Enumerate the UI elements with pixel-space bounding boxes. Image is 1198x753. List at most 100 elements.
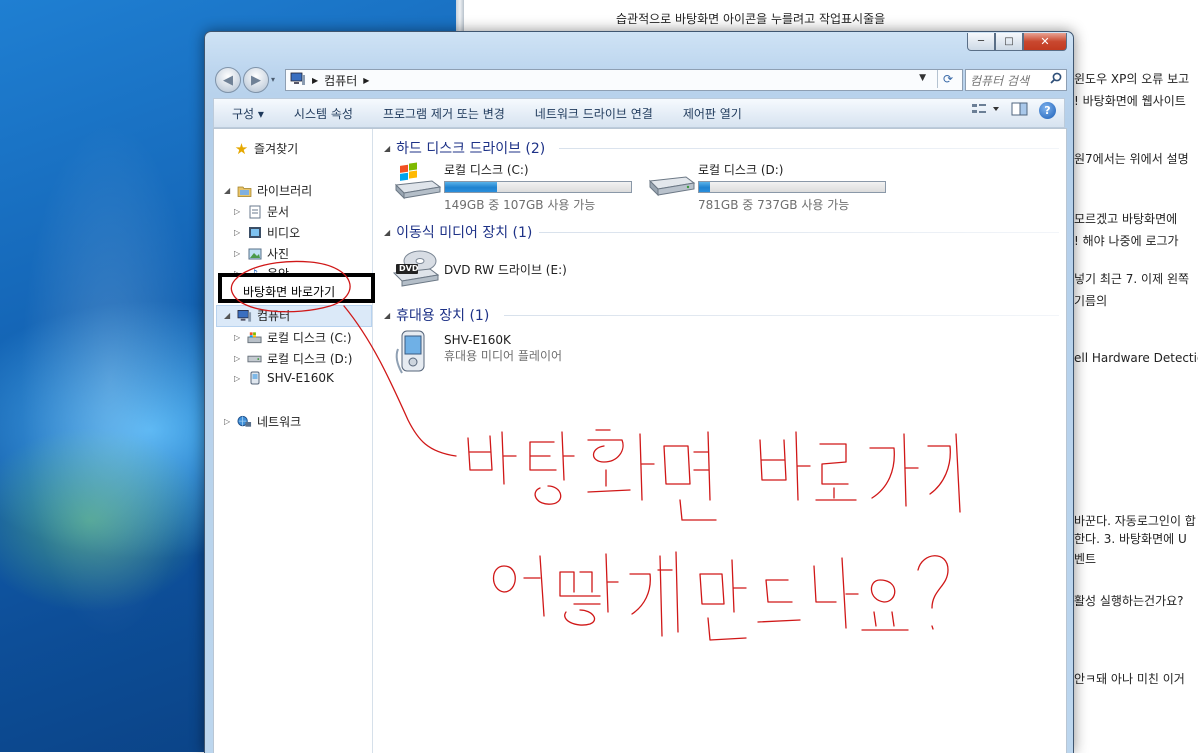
drive-icon [646,161,698,203]
collapse-triangle-icon[interactable]: ◢ [384,144,390,153]
recent-pages-chevron-icon[interactable]: ▾ [271,75,275,84]
nav-libraries-label: 라이브러리 [257,184,313,198]
system-properties-button[interactable]: 시스템 속성 [279,105,368,122]
nav-pictures[interactable]: ▷ 사진 [234,245,289,262]
back-arrow-icon: ◀ [223,72,233,88]
open-control-panel-button[interactable]: 제어판 열기 [668,105,757,122]
star-icon: ★ [234,139,249,158]
search-placeholder: 컴퓨터 검색 [970,73,1030,88]
phone-device-tile[interactable]: SHV-E160K 휴대용 미디어 플레이어 [392,329,562,379]
web-text-line: ! 해야 나중에 로그가 [1074,234,1179,248]
explorer-window: ─ □ ✕ ◀ ▶ ▾ ▶ 컴퓨터 ▶ ▼ ⟳ 컴퓨터 검색 구성 ▾ 시스템 … [204,31,1074,753]
collapse-triangle-icon[interactable]: ◢ [384,311,390,320]
navigation-pane: ★ 즐겨찾기 ◢ 라이브러리 ▷ 문서 ▷ 비디오 ▷ 사진 ◢ 컴퓨터 ▷ 로… [214,129,373,753]
expand-triangle-icon[interactable]: ▷ [234,333,242,342]
breadcrumb-computer[interactable]: 컴퓨터 [324,72,357,89]
nav-libraries[interactable]: ◢ 라이브러리 [224,182,312,199]
navigation-bar: ◀ ▶ ▾ ▶ 컴퓨터 ▶ ▼ ⟳ 컴퓨터 검색 [213,66,1067,93]
picture-icon [247,247,262,261]
dvd-icon-label: DVD [399,264,419,273]
help-icon[interactable]: ? [1039,102,1056,119]
group-divider [539,232,1059,233]
nav-local-disk-d-label: 로컬 디스크 (D:) [267,352,353,366]
minimize-button[interactable]: ─ [967,33,995,51]
breadcrumb-separator-icon[interactable]: ▶ [363,76,369,85]
preview-pane-icon[interactable] [1011,102,1029,119]
web-text-line: 활성 실행하는건가요? [1074,594,1184,608]
drive-c-name: 로컬 디스크 (C:) [444,163,529,177]
video-icon [247,226,262,240]
nav-documents[interactable]: ▷ 문서 [234,203,289,220]
expand-triangle-icon[interactable]: ▷ [234,249,242,258]
web-text-line: 넣기 최근 7. 이제 왼쪽 [1074,272,1190,286]
group-removable-media[interactable]: ◢ 이동식 미디어 장치 (1) [384,222,532,242]
group-title: 휴대용 장치 (1) [396,308,490,324]
address-bar[interactable]: ▶ 컴퓨터 ▶ ▼ [285,69,963,91]
nav-computer[interactable]: ◢ 컴퓨터 [224,307,290,324]
drive-c-usage-fill [445,182,498,192]
drive-d-free-space: 781GB 중 737GB 사용 가능 [698,198,850,212]
web-text-line: 기름의 [1074,294,1108,308]
nav-network-label: 네트워크 [257,415,302,429]
phone-icon [392,329,444,379]
windows-drive-icon [247,331,262,345]
expand-triangle-icon[interactable]: ▷ [234,374,242,383]
address-dropdown-icon[interactable]: ▼ [919,73,926,83]
nav-local-disk-d[interactable]: ▷ 로컬 디스크 (D:) [234,350,352,367]
nav-favorites[interactable]: ★ 즐겨찾기 [234,139,298,158]
web-text-line: 한다. 3. 바탕화면에 U [1074,532,1187,546]
dvd-drive-tile[interactable]: DVD DVD RW 드라이브 (E:) [392,243,567,289]
dvd-drive-name: DVD RW 드라이브 (E:) [444,263,567,277]
nav-local-disk-c-label: 로컬 디스크 (C:) [267,331,352,345]
forward-arrow-icon: ▶ [251,72,261,88]
web-text-line: 안ㅋ돼 아나 미친 이거 [1074,672,1185,686]
nav-videos[interactable]: ▷ 비디오 [234,224,300,241]
forward-button[interactable]: ▶ [243,67,269,93]
drive-d-usage-bar [698,181,886,193]
computer-icon [290,72,306,89]
phone-icon [247,371,262,385]
drive-icon [247,352,262,366]
expand-triangle-icon[interactable]: ▷ [234,207,242,216]
close-button[interactable]: ✕ [1023,33,1067,51]
annotation-box-label: 바탕화면 바로가기 [243,285,336,299]
drive-c-free-space: 149GB 중 107GB 사용 가능 [444,198,596,212]
windows-drive-icon [392,161,444,203]
drive-d-name: 로컬 디스크 (D:) [698,163,784,177]
nav-network[interactable]: ▷ 네트워크 [224,413,301,430]
collapse-triangle-icon[interactable]: ◢ [224,311,232,320]
collapse-triangle-icon[interactable]: ◢ [384,228,390,237]
wallpaper-glow-white [20,120,200,640]
drive-d-tile[interactable]: 로컬 디스크 (D:) 781GB 중 737GB 사용 가능 [646,161,886,213]
content-pane: ◢ 하드 디스크 드라이브 (2) 로컬 디스크 (C:) 149GB 중 10… [374,129,1066,753]
nav-documents-label: 문서 [267,205,290,219]
document-icon [247,205,262,219]
uninstall-program-button[interactable]: 프로그램 제거 또는 변경 [368,105,520,122]
breadcrumb-separator-icon[interactable]: ▶ [312,76,318,85]
refresh-icon[interactable]: ⟳ [937,70,958,88]
nav-local-disk-c[interactable]: ▷ 로컬 디스크 (C:) [234,329,352,346]
expand-triangle-icon[interactable]: ▷ [234,354,242,363]
search-input[interactable]: 컴퓨터 검색 [965,69,1067,91]
drive-c-tile[interactable]: 로컬 디스크 (C:) 149GB 중 107GB 사용 가능 [392,161,632,213]
nav-computer-label: 컴퓨터 [257,309,291,323]
search-icon [1050,72,1062,87]
collapse-triangle-icon[interactable]: ◢ [224,186,232,195]
map-network-drive-button[interactable]: 네트워크 드라이브 연결 [520,105,668,122]
nav-phone-device[interactable]: ▷ SHV-E160K [234,371,334,385]
expand-triangle-icon[interactable]: ▷ [234,228,242,237]
back-button[interactable]: ◀ [215,67,241,93]
group-hard-disk-drives[interactable]: ◢ 하드 디스크 드라이브 (2) [384,138,545,158]
group-title: 하드 디스크 드라이브 (2) [396,141,546,157]
web-text-line: 윈도우 XP의 오류 보고 [1074,72,1190,86]
group-divider [504,315,1059,316]
drive-d-usage-fill [699,182,711,192]
maximize-button[interactable]: □ [995,33,1023,51]
group-divider [559,148,1059,149]
main-panes: ★ 즐겨찾기 ◢ 라이브러리 ▷ 문서 ▷ 비디오 ▷ 사진 ◢ 컴퓨터 ▷ 로… [213,128,1067,753]
organize-button[interactable]: 구성 ▾ [214,105,279,122]
drive-c-usage-bar [444,181,632,193]
view-options-icon[interactable] [971,102,1001,119]
group-portable-devices[interactable]: ◢ 휴대용 장치 (1) [384,305,489,325]
expand-triangle-icon[interactable]: ▷ [224,417,232,426]
